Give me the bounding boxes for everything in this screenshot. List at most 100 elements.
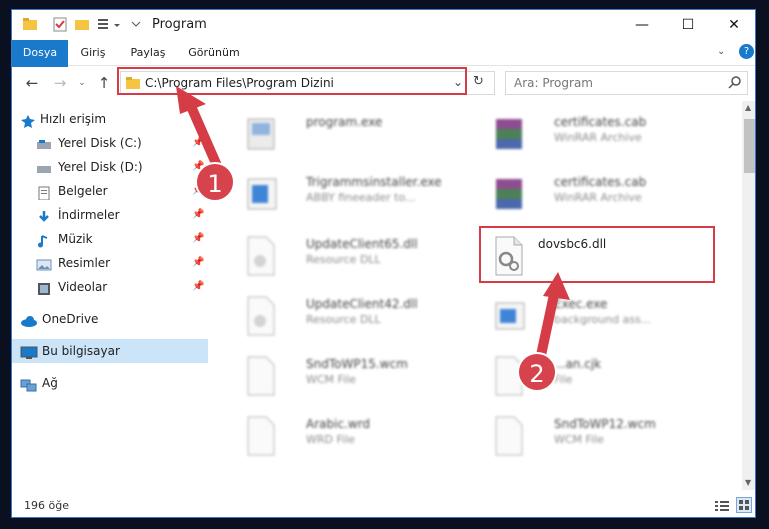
file-item[interactable]: certificates.cab WinRAR Archive — [484, 109, 724, 165]
minimize-button[interactable]: — — [619, 10, 665, 40]
file-name: program.exe — [306, 115, 383, 129]
navigation-pane: Hızlı erişim Yerel Disk (C:) 📌 Yerel Dis… — [12, 101, 208, 490]
sidebar-item-videos[interactable]: Videolar 📌 — [12, 275, 208, 299]
dll-file-icon — [244, 295, 278, 337]
pin-icon[interactable]: 📌 — [192, 227, 204, 251]
exe-file-icon — [244, 113, 278, 155]
search-icon[interactable] — [728, 75, 742, 92]
pin-icon[interactable]: 📌 — [192, 203, 204, 227]
archive-file-icon — [492, 113, 526, 155]
cloud-icon — [20, 312, 37, 327]
file-type: WinRAR Archive — [554, 131, 642, 144]
item-count: 196 öğe — [24, 499, 69, 512]
search-box[interactable]: Ara: Program — [505, 71, 748, 95]
sidebar-item-pictures[interactable]: Resimler 📌 — [12, 251, 208, 275]
file-item[interactable]: SndToWP15.wcm WCM File — [236, 351, 476, 407]
window-title: Program — [152, 17, 207, 32]
step-1-badge: 1 — [195, 162, 235, 202]
customize-toolbar-icon[interactable] — [96, 16, 126, 34]
file-type: WCM File — [554, 433, 604, 446]
file-type: Resource DLL — [306, 313, 381, 326]
sidebar-item-label: Bu bilgisayar — [42, 344, 120, 358]
dll-file-icon — [244, 235, 278, 277]
sidebar-item-this-pc[interactable]: Bu bilgisayar — [12, 339, 208, 363]
pictures-icon — [36, 256, 52, 271]
step-2-badge: 2 — [517, 352, 557, 392]
sidebar-item-local-disk-c[interactable]: Yerel Disk (C:) 📌 — [12, 131, 208, 155]
sidebar-item-label: Ağ — [42, 376, 58, 390]
file-type: WinRAR Archive — [554, 191, 642, 204]
pin-icon[interactable]: 📌 — [192, 251, 204, 275]
download-icon — [36, 208, 52, 222]
file-item[interactable]: certificates.cab WinRAR Archive — [484, 169, 724, 225]
file-list: program.exe certificates.cab WinRAR Arch… — [210, 101, 742, 490]
ribbon: Dosya Giriş Paylaş Görünüm ⌄ ? — [12, 40, 755, 96]
network-icon — [20, 376, 37, 392]
up-button[interactable]: ↑ — [94, 73, 114, 93]
dll-file-highlight — [479, 226, 715, 283]
sidebar-item-label: Müzik — [58, 232, 93, 246]
sidebar-item-network[interactable]: Ağ — [12, 371, 208, 395]
sidebar-item-local-disk-d[interactable]: Yerel Disk (D:) 📌 — [12, 155, 208, 179]
properties-icon[interactable] — [52, 16, 70, 34]
file-type: WRD File — [306, 433, 355, 446]
file-item[interactable]: Trigrammsinstaller.exe ABBY fineeader to… — [236, 169, 476, 225]
sidebar-item-label: Yerel Disk (D:) — [58, 160, 143, 174]
drive-icon — [36, 160, 52, 174]
exe-file-icon — [492, 295, 526, 337]
refresh-icon[interactable]: ↻ — [473, 74, 484, 89]
tab-view[interactable]: Görünüm — [182, 40, 246, 65]
tab-share[interactable]: Paylaş — [124, 40, 172, 65]
sidebar-item-label: Yerel Disk (C:) — [58, 136, 142, 150]
scrollbar-thumb[interactable] — [744, 119, 755, 173]
back-button[interactable]: ← — [22, 73, 42, 93]
file-name: ...an.cjk — [554, 357, 602, 371]
folder-icon — [22, 16, 40, 34]
file-item[interactable]: program.exe — [236, 109, 476, 165]
file-item[interactable]: Exec.exe background ass... — [484, 291, 724, 347]
status-bar: 196 öğe — [12, 493, 755, 517]
sidebar-item-documents[interactable]: Belgeler 📌 — [12, 179, 208, 203]
sidebar-item-label: Videolar — [58, 280, 108, 294]
file-item[interactable]: Arabic.wrd WRD File — [236, 411, 476, 467]
details-view-icon[interactable] — [714, 499, 730, 516]
pin-icon[interactable]: 📌 — [192, 275, 204, 299]
sidebar-item-quick-access[interactable]: Hızlı erişim — [12, 107, 208, 131]
maximize-button[interactable]: ☐ — [665, 10, 711, 40]
search-input[interactable]: Ara: Program — [514, 76, 593, 90]
file-name: UpdateClient65.dll — [306, 237, 418, 251]
scroll-down-icon[interactable]: ▼ — [745, 478, 751, 487]
sidebar-item-music[interactable]: Müzik 📌 — [12, 227, 208, 251]
help-icon[interactable]: ? — [739, 44, 754, 59]
scroll-up-icon[interactable]: ▲ — [745, 103, 751, 112]
sidebar-item-label: Resimler — [58, 256, 111, 270]
chevron-down-icon[interactable] — [130, 16, 142, 34]
sidebar-item-label: Belgeler — [58, 184, 108, 198]
file-name: SndToWP15.wcm — [306, 357, 408, 371]
installer-file-icon — [244, 173, 278, 215]
file-name: certificates.cab — [554, 115, 647, 129]
generic-file-icon — [492, 415, 526, 457]
file-item[interactable]: UpdateClient42.dll Resource DLL — [236, 291, 476, 347]
archive-file-icon — [492, 173, 526, 215]
file-type: Resource DLL — [306, 253, 381, 266]
pin-icon[interactable]: 📌 — [192, 131, 204, 155]
file-name: Trigrammsinstaller.exe — [306, 175, 442, 189]
vertical-scrollbar[interactable]: ▲ ▼ — [742, 101, 755, 490]
close-button[interactable]: ✕ — [711, 10, 755, 40]
new-folder-icon[interactable] — [74, 16, 92, 34]
file-item[interactable]: SndToWP12.wcm WCM File — [484, 411, 724, 467]
tab-home[interactable]: Giriş — [74, 40, 112, 65]
chevron-down-icon[interactable]: ⌄ — [717, 46, 725, 57]
music-icon — [36, 232, 52, 248]
file-name: SndToWP12.wcm — [554, 417, 656, 431]
star-icon — [20, 112, 36, 128]
file-item[interactable]: UpdateClient65.dll Resource DLL — [236, 231, 476, 287]
sidebar-item-downloads[interactable]: İndirmeler 📌 — [12, 203, 208, 227]
recent-locations-button[interactable]: ⌄ — [72, 73, 92, 93]
forward-button[interactable]: → — [50, 73, 70, 93]
file-type: ABBY fineeader to... — [306, 191, 416, 204]
large-icons-view-icon[interactable] — [736, 497, 752, 513]
file-name: Exec.exe — [554, 297, 608, 311]
sidebar-item-onedrive[interactable]: OneDrive — [12, 307, 208, 331]
